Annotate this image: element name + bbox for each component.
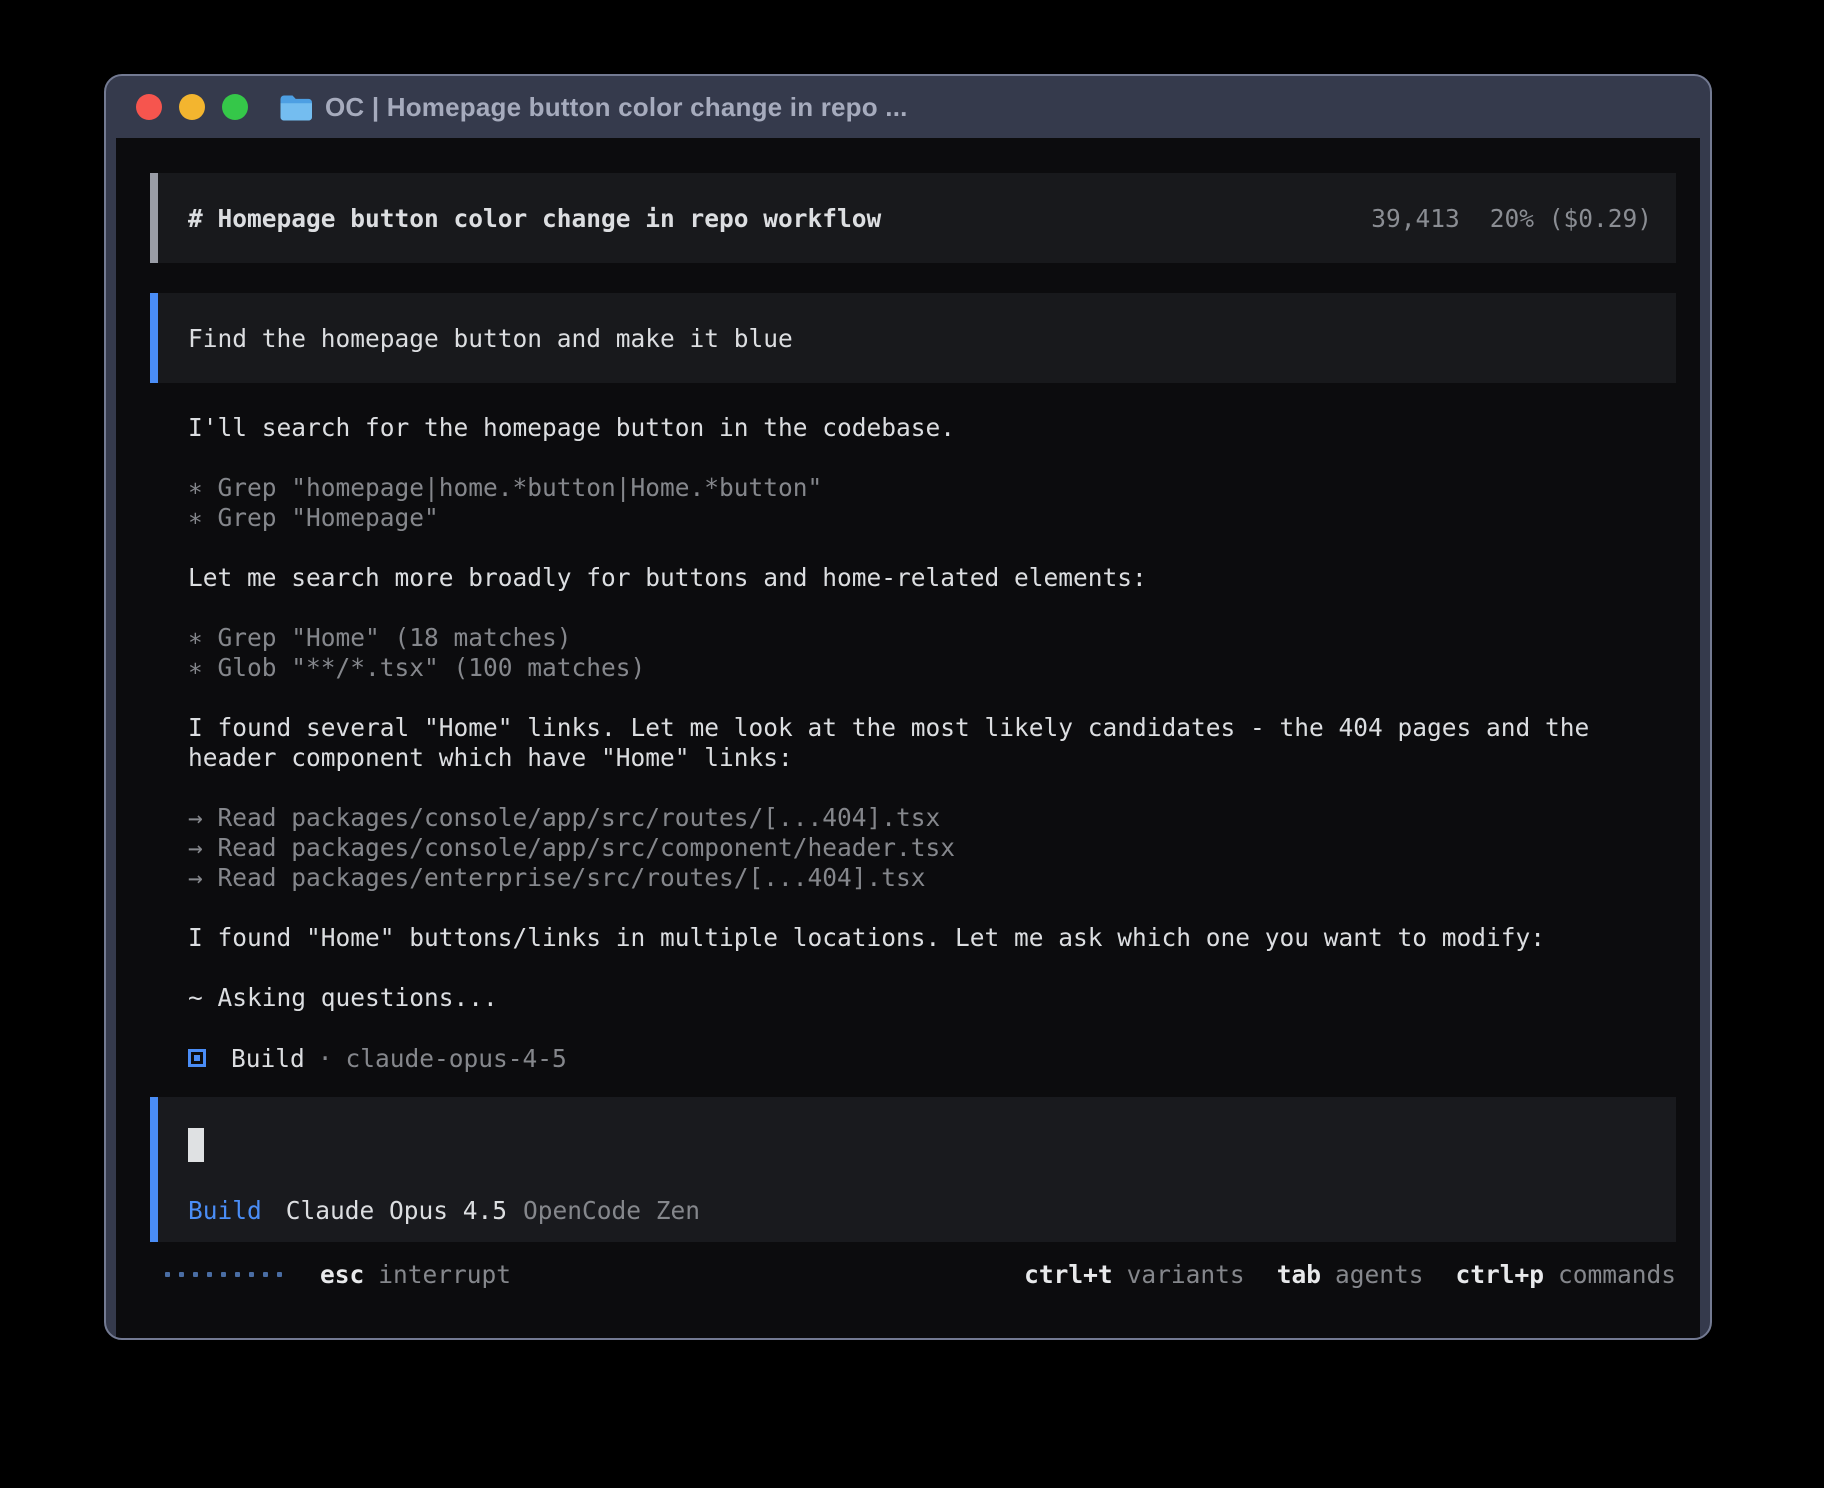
transcript-line: header component which have "Home" links… xyxy=(188,743,1676,773)
spinner-dot xyxy=(207,1272,212,1277)
agent-status-line: Build · claude-opus-4-5 xyxy=(150,1043,1676,1073)
spinner-dot xyxy=(221,1272,226,1277)
context-cost: 20% ($0.29) xyxy=(1490,204,1652,233)
transcript-line: ∗ Glob "**/*.tsx" (100 matches) xyxy=(188,653,1676,683)
spinner-dot xyxy=(263,1272,268,1277)
transcript-line: ∗ Grep "homepage|home.*button|Home.*butt… xyxy=(188,473,1676,503)
transcript-line: I found "Home" buttons/links in multiple… xyxy=(188,923,1676,953)
close-button[interactable] xyxy=(136,94,162,120)
shortcut-hint-interrupt: esc interrupt xyxy=(320,1260,511,1289)
shortcut-label: interrupt xyxy=(378,1260,511,1289)
agent-model: claude-opus-4-5 xyxy=(346,1044,567,1073)
transcript-blank-line xyxy=(188,1013,1676,1043)
session-header: # Homepage button color change in repo w… xyxy=(150,173,1676,263)
traffic-lights xyxy=(136,94,248,120)
input-mode-label: Build xyxy=(188,1196,262,1225)
transcript-line: I found several "Home" links. Let me loo… xyxy=(188,713,1676,743)
session-title: # Homepage button color change in repo w… xyxy=(188,204,881,233)
prompt-input[interactable]: Build Claude Opus 4.5 OpenCode Zen xyxy=(150,1097,1676,1242)
transcript-line: I'll search for the homepage button in t… xyxy=(188,413,1676,443)
input-model-label: Claude Opus 4.5 xyxy=(286,1196,507,1225)
transcript-blank-line xyxy=(188,593,1676,623)
transcript-line: ∗ Grep "Home" (18 matches) xyxy=(188,623,1676,653)
shortcut-key: tab xyxy=(1277,1260,1321,1289)
agent-badge-icon xyxy=(188,1049,206,1067)
session-stats: 39,413 20% ($0.29) xyxy=(1371,204,1652,233)
shortcut-label: variants xyxy=(1127,1260,1245,1289)
shortcut-key: ctrl+t xyxy=(1024,1260,1113,1289)
agent-separator: · xyxy=(318,1044,333,1073)
shortcut-key: esc xyxy=(320,1260,364,1289)
transcript-line: Let me search more broadly for buttons a… xyxy=(188,563,1676,593)
agent-name: Build xyxy=(231,1044,305,1073)
spinner-dot xyxy=(235,1272,240,1277)
transcript-line: ∗ Grep "Homepage" xyxy=(188,503,1676,533)
transcript: I'll search for the homepage button in t… xyxy=(150,413,1676,1043)
transcript-line: → Read packages/console/app/src/componen… xyxy=(188,833,1676,863)
transcript-blank-line xyxy=(188,533,1676,563)
statusbar-hints-right: ctrl+t variants tab agents ctrl+p commands xyxy=(1024,1260,1676,1289)
titlebar: OC | Homepage button color change in rep… xyxy=(106,76,1710,138)
terminal-window: OC | Homepage button color change in rep… xyxy=(104,74,1712,1340)
shortcut-hint-variants: ctrl+t variants xyxy=(1024,1260,1245,1289)
text-cursor xyxy=(188,1128,204,1162)
spinner-dots xyxy=(165,1272,282,1277)
transcript-blank-line xyxy=(188,893,1676,923)
transcript-blank-line xyxy=(188,953,1676,983)
spinner-dot xyxy=(193,1272,198,1277)
shortcut-label: commands xyxy=(1558,1260,1676,1289)
folder-icon xyxy=(279,94,312,121)
transcript-blank-line xyxy=(188,773,1676,803)
token-count: 39,413 xyxy=(1371,204,1460,233)
zoom-button[interactable] xyxy=(222,94,248,120)
status-left: esc interrupt xyxy=(165,1260,511,1289)
window-title: OC | Homepage button color change in rep… xyxy=(325,92,908,123)
transcript-line: ~ Asking questions... xyxy=(188,983,1676,1013)
terminal-content: # Homepage button color change in repo w… xyxy=(116,138,1700,1338)
status-bar: esc interrupt ctrl+tvariantstabagentsctr… xyxy=(150,1259,1676,1289)
transcript-blank-line xyxy=(188,443,1676,473)
spinner-dot xyxy=(249,1272,254,1277)
user-message-text: Find the homepage button and make it blu… xyxy=(188,324,793,353)
input-provider-label: OpenCode Zen xyxy=(523,1196,700,1225)
spinner-dot xyxy=(277,1272,282,1277)
minimize-button[interactable] xyxy=(179,94,205,120)
spinner-dot xyxy=(165,1272,170,1277)
shortcut-hint-agents: tab agents xyxy=(1277,1260,1424,1289)
transcript-line: → Read packages/enterprise/src/routes/[.… xyxy=(188,863,1676,893)
shortcut-hint-commands: ctrl+p commands xyxy=(1455,1260,1676,1289)
shortcut-label: agents xyxy=(1335,1260,1424,1289)
transcript-blank-line xyxy=(188,683,1676,713)
input-meta: Build Claude Opus 4.5 OpenCode Zen xyxy=(188,1195,1652,1225)
transcript-line: → Read packages/console/app/src/routes/[… xyxy=(188,803,1676,833)
spinner-dot xyxy=(179,1272,184,1277)
shortcut-key: ctrl+p xyxy=(1455,1260,1544,1289)
user-message: Find the homepage button and make it blu… xyxy=(150,293,1676,383)
